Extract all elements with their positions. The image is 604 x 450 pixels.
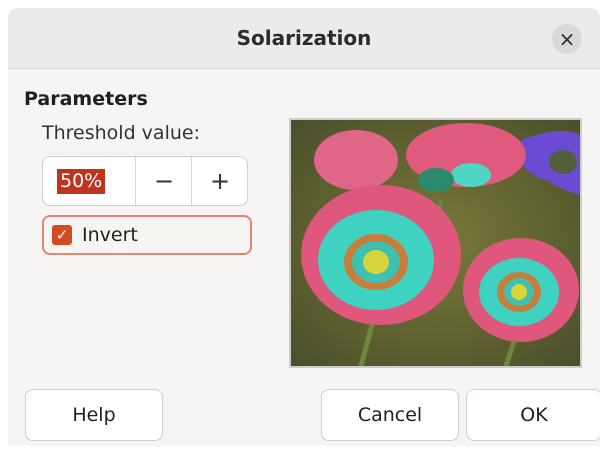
threshold-spinner[interactable]: 50% − + — [42, 156, 248, 206]
invert-label: Invert — [82, 224, 138, 246]
ok-button[interactable]: OK — [466, 389, 600, 441]
preview-image — [289, 118, 582, 368]
help-button[interactable]: Help — [25, 389, 163, 441]
close-icon: × — [558, 27, 576, 51]
parameters-heading: Parameters — [24, 88, 148, 110]
increment-button[interactable]: + — [191, 157, 248, 205]
minus-icon: − — [153, 167, 175, 195]
title-bar: Solarization × — [8, 8, 600, 69]
cancel-button[interactable]: Cancel — [321, 389, 459, 441]
decrement-button[interactable]: − — [135, 157, 192, 205]
threshold-value-input[interactable]: 50% — [57, 169, 106, 194]
invert-checkbox-row[interactable]: ✓ Invert — [42, 215, 252, 255]
solarization-dialog: Solarization × Parameters Threshold valu… — [8, 8, 600, 446]
close-button[interactable]: × — [552, 24, 582, 54]
dialog-title: Solarization — [236, 26, 372, 50]
checkmark-icon: ✓ — [55, 226, 69, 244]
plus-icon: + — [209, 167, 231, 195]
threshold-label: Threshold value: — [42, 122, 200, 144]
invert-checkbox[interactable]: ✓ — [52, 225, 72, 245]
solarized-poppies-image — [291, 120, 580, 366]
